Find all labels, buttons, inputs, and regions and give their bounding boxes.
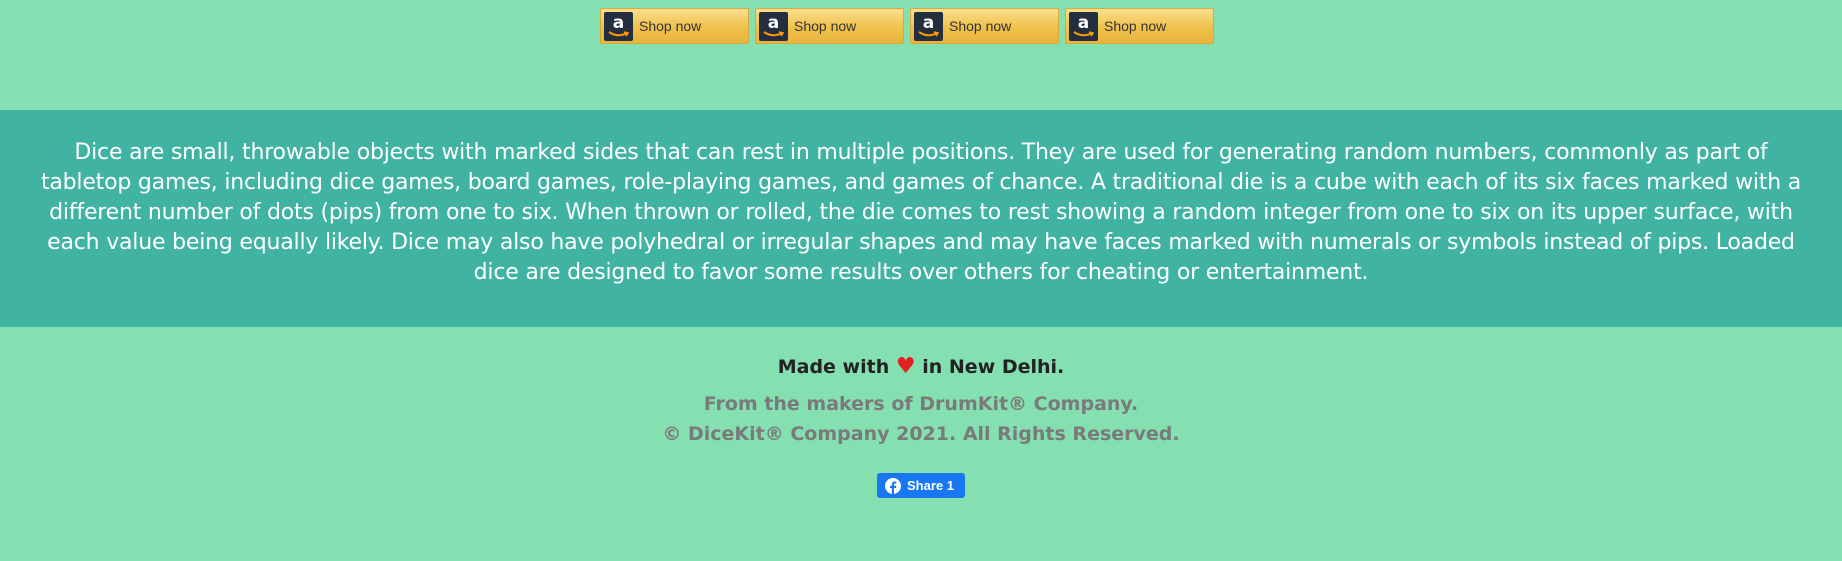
heart-icon: ♥ (895, 354, 916, 379)
shop-now-button-1[interactable]: a Shop now (600, 8, 749, 44)
facebook-share-button[interactable]: Share 1 (877, 473, 965, 498)
share-wrapper: Share 1 (0, 473, 1842, 498)
footer: Made with ♥ in New Delhi. From the maker… (0, 352, 1842, 498)
makers-line: From the makers of DrumKit® Company. (703, 393, 1139, 415)
shop-now-label: Shop now (949, 18, 1012, 34)
shop-now-label: Shop now (1104, 18, 1167, 34)
facebook-icon (885, 477, 901, 494)
made-with-suffix: in New Delhi. (922, 356, 1065, 378)
share-label: Share 1 (907, 478, 954, 493)
amazon-logo-icon: a (604, 11, 633, 41)
amazon-logo-icon: a (759, 11, 788, 41)
credits: From the makers of DrumKit® Company. © D… (0, 389, 1842, 449)
amazon-logo-icon: a (1069, 11, 1098, 41)
shop-now-button-3[interactable]: a Shop now (910, 8, 1059, 44)
shop-now-label: Shop now (639, 18, 702, 34)
shop-now-label: Shop now (794, 18, 857, 34)
shop-now-button-2[interactable]: a Shop now (755, 8, 904, 44)
description-band: Dice are small, throwable objects with m… (0, 110, 1842, 327)
shop-buttons-row: a Shop now a Shop now a Shop now a Shop … (600, 8, 1214, 44)
amazon-logo-icon: a (914, 11, 943, 41)
made-with-prefix: Made with (777, 356, 890, 378)
copyright-line: © DiceKit® Company 2021. All Rights Rese… (662, 423, 1180, 445)
made-with-line: Made with ♥ in New Delhi. (0, 352, 1842, 382)
dice-description: Dice are small, throwable objects with m… (40, 140, 1802, 285)
shop-now-button-4[interactable]: a Shop now (1065, 8, 1214, 44)
